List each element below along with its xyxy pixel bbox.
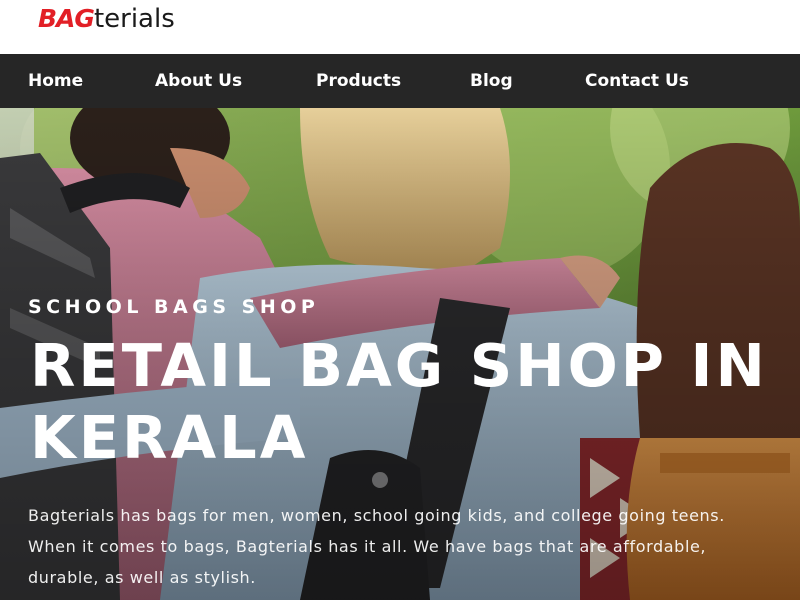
nav-item-blog[interactable]: Blog: [470, 68, 513, 94]
main-nav: Home About Us Products Blog Contact Us: [0, 54, 800, 108]
nav-item-products[interactable]: Products: [316, 68, 401, 94]
hero-banner: SCHOOL BAGS SHOP RETAIL BAG SHOP IN KERA…: [0, 108, 800, 600]
nav-item-home[interactable]: Home: [28, 68, 83, 94]
site-logo[interactable]: BAG terials: [38, 4, 175, 44]
hero-eyebrow: SCHOOL BAGS SHOP: [28, 296, 320, 318]
nav-item-contact-us[interactable]: Contact Us: [585, 68, 689, 94]
header: BAG terials: [0, 0, 800, 54]
nav-item-about-us[interactable]: About Us: [155, 68, 242, 94]
logo-rest-text: terials: [93, 4, 175, 34]
logo-brand-text: BAG: [38, 4, 95, 33]
hero-title: RETAIL BAG SHOP IN KERALA: [30, 331, 768, 472]
hero-description: Bagterials has bags for men, women, scho…: [28, 506, 725, 587]
